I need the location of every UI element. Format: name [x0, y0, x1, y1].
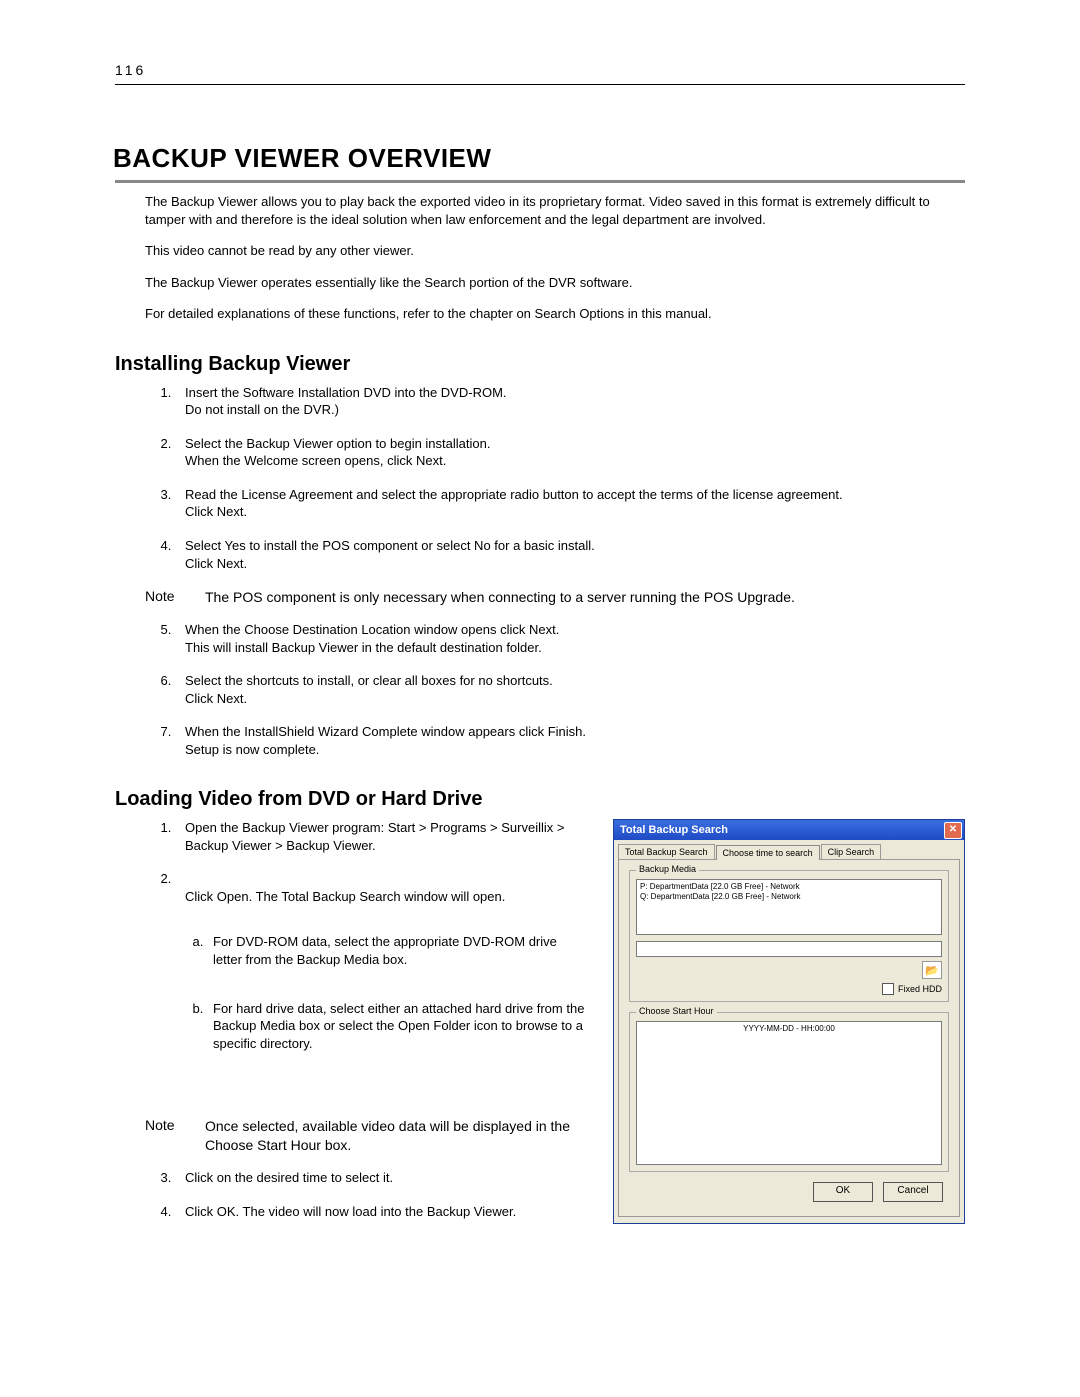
tab-clip-search[interactable]: Clip Search [821, 844, 882, 859]
note-label: Note [145, 1117, 205, 1155]
backup-search-dialog: Total Backup Search ✕ Total Backup Searc… [613, 819, 965, 1224]
drive-listbox[interactable]: P: DepartmentData [22.0 GB Free] - Netwo… [636, 879, 942, 935]
list-item: Click on the desired time to select it. [175, 1169, 589, 1187]
overview-paragraph: The Backup Viewer operates essentially l… [145, 274, 965, 292]
dialog-tabs: Total Backup Search Choose time to searc… [614, 840, 964, 859]
section-heading-install: Installing Backup Viewer [115, 353, 965, 376]
group-label: Backup Media [636, 864, 699, 874]
note-text: The POS component is only necessary when… [205, 588, 965, 607]
list-item: Select the shortcuts to install, or clea… [175, 672, 965, 707]
header-rule [115, 84, 965, 85]
note-text: Once selected, available video data will… [205, 1117, 589, 1155]
dialog-titlebar[interactable]: Total Backup Search ✕ [614, 820, 964, 840]
page-title: BACKUP VIEWER OVERVIEW [113, 143, 965, 174]
list-item: Click OK. The video will now load into t… [175, 1203, 589, 1221]
list-item: When the Choose Destination Location win… [175, 621, 965, 656]
fixed-hdd-checkbox[interactable] [882, 983, 894, 995]
ok-button[interactable]: OK [813, 1182, 873, 1202]
list-item: Select Yes to install the POS component … [175, 537, 965, 572]
drive-option[interactable]: Q: DepartmentData [22.0 GB Free] - Netwo… [640, 892, 938, 902]
sub-list: For DVD-ROM data, select the appropriate… [185, 915, 589, 1083]
list-item: Read the License Agreement and select th… [175, 486, 965, 521]
tab-total-backup-search[interactable]: Total Backup Search [618, 844, 715, 859]
list-item: Insert the Software Installation DVD int… [175, 384, 965, 419]
note-label: Note [145, 588, 205, 607]
list-item: Select the Backup Viewer option to begin… [175, 435, 965, 470]
dialog-tabpane: Backup Media P: DepartmentData [22.0 GB … [618, 859, 960, 1217]
install-steps-list-2: When the Choose Destination Location win… [115, 621, 965, 758]
close-icon[interactable]: ✕ [944, 822, 962, 839]
overview-paragraph: This video cannot be read by any other v… [145, 242, 965, 260]
tab-choose-time[interactable]: Choose time to search [716, 845, 820, 860]
dialog-title: Total Backup Search [620, 824, 944, 836]
path-input[interactable] [636, 941, 942, 957]
overview-paragraph: The Backup Viewer allows you to play bac… [145, 193, 965, 228]
list-item: Click Open. The Total Backup Search wind… [175, 870, 589, 1101]
title-rule [115, 180, 965, 183]
cancel-button[interactable]: Cancel [883, 1182, 943, 1202]
list-item: For hard drive data, select either an at… [207, 1000, 589, 1053]
start-hour-listbox[interactable]: YYYY-MM-DD - HH:00:00 [636, 1021, 942, 1165]
list-item: Open the Backup Viewer program: Start > … [175, 819, 589, 854]
list-item: For DVD-ROM data, select the appropriate… [207, 933, 589, 968]
loading-steps-list: Open the Backup Viewer program: Start > … [115, 819, 589, 1101]
page-number: 116 [115, 62, 965, 78]
list-item: When the InstallShield Wizard Complete w… [175, 723, 965, 758]
group-backup-media: Backup Media P: DepartmentData [22.0 GB … [629, 870, 949, 1002]
install-steps-list: Insert the Software Installation DVD int… [115, 384, 965, 572]
group-label: Choose Start Hour [636, 1006, 717, 1016]
section-heading-loading: Loading Video from DVD or Hard Drive [115, 788, 965, 811]
open-folder-icon[interactable]: 📂 [922, 961, 942, 979]
drive-option[interactable]: P: DepartmentData [22.0 GB Free] - Netwo… [640, 882, 938, 892]
group-start-hour: Choose Start Hour YYYY-MM-DD - HH:00:00 [629, 1012, 949, 1172]
overview-paragraph: For detailed explanations of these funct… [145, 305, 965, 323]
fixed-hdd-label: Fixed HDD [898, 984, 942, 994]
list-item-text: Click Open. The Total Backup Search wind… [185, 889, 505, 904]
loading-steps-list-2: Click on the desired time to select it. … [115, 1169, 589, 1220]
